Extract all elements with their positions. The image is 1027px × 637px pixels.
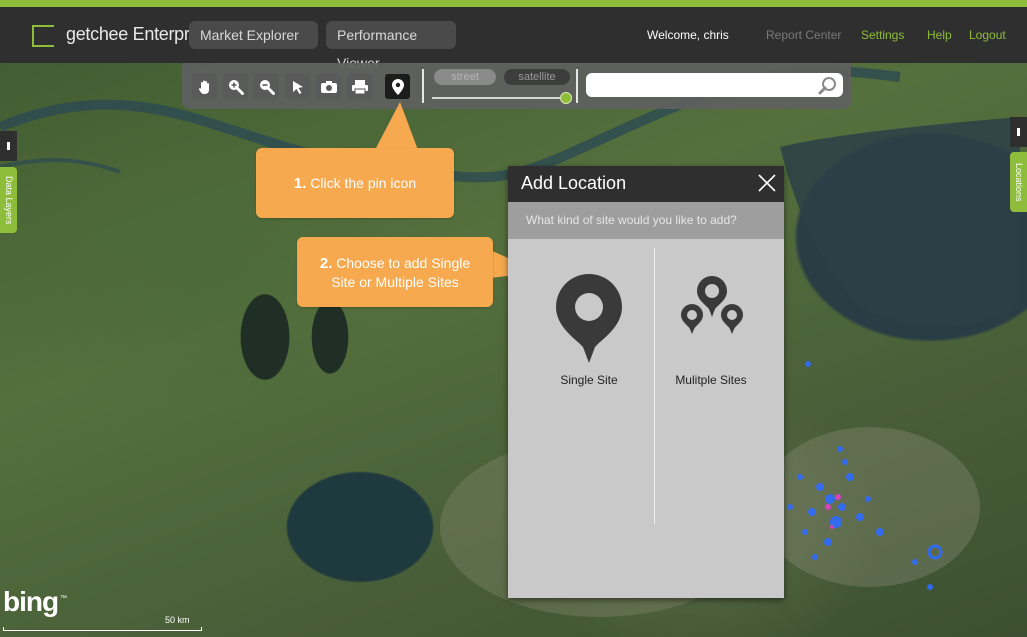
map-scale-label: 50 km: [165, 615, 190, 625]
callout-step-2-line1: Choose to add Single: [336, 254, 471, 271]
logout-link[interactable]: Logout: [969, 28, 1006, 42]
callout-step-2-number: 2.: [319, 254, 333, 272]
locations-tab[interactable]: Locations: [1010, 152, 1027, 212]
search-icon[interactable]: [818, 76, 838, 96]
single-site-label: Single Site: [560, 373, 618, 387]
top-accent-strip: [0, 0, 1027, 7]
zoom-out-icon[interactable]: [254, 74, 279, 99]
data-layers-tab[interactable]: Data Layers: [0, 167, 17, 233]
toolbar-divider: [422, 69, 424, 103]
dialog-question: What kind of site would you like to add?: [526, 213, 737, 227]
tab-performance-viewer[interactable]: Performance Viewer: [326, 21, 456, 71]
printer-icon[interactable]: [347, 74, 372, 99]
pan-hand-icon[interactable]: [192, 74, 217, 99]
close-icon[interactable]: [757, 173, 777, 193]
map-scale-bar: [3, 627, 202, 631]
callout-step-1-text: Click the pin icon: [310, 175, 417, 191]
dialog-subheader: What kind of site would you like to add?: [508, 202, 784, 239]
map-type-slider-knob[interactable]: [560, 92, 572, 104]
help-link[interactable]: Help: [927, 28, 952, 42]
select-arrow-icon[interactable]: [285, 74, 310, 99]
callout-step-1: 1. Click the pin icon: [256, 148, 454, 218]
welcome-text: Welcome, chris: [647, 28, 729, 42]
bing-logo: bing: [3, 586, 59, 617]
dialog-title: Add Location: [521, 173, 627, 193]
map-type-slider-track[interactable]: [432, 97, 566, 99]
multiple-sites-label: Mulitple Sites: [675, 373, 747, 387]
dialog-header: Add Location: [508, 166, 784, 202]
add-location-dialog: Add Location What kind of site would you…: [508, 166, 784, 598]
bing-trademark: ™: [60, 595, 67, 602]
logo-icon: [32, 25, 54, 47]
callout-step-2-line2: Site or Multiple Sites: [331, 273, 459, 290]
settings-link[interactable]: Settings: [861, 28, 904, 42]
right-panel-handle[interactable]: [1010, 117, 1027, 147]
single-site-option[interactable]: Single Site: [529, 266, 649, 396]
tab-market-explorer[interactable]: Market Explorer: [189, 21, 318, 49]
camera-icon[interactable]: [316, 74, 341, 99]
app-header: getchee Enterprise Market Explorer Perfo…: [0, 7, 1027, 71]
zoom-in-icon[interactable]: [223, 74, 248, 99]
callout-step-1-number: 1.: [293, 175, 307, 192]
pin-icon[interactable]: [385, 74, 410, 99]
map-toolbar: street satellite: [182, 63, 851, 109]
map-type-satellite-button[interactable]: satellite: [504, 69, 570, 85]
left-panel-handle[interactable]: [0, 131, 17, 161]
callout-step-2: 2. Choose to add Single Site or Multiple…: [297, 237, 493, 307]
search-input[interactable]: [586, 73, 843, 97]
map-type-street-button[interactable]: street: [434, 69, 496, 85]
single-pin-icon: [556, 274, 622, 363]
report-center-link[interactable]: Report Center: [766, 28, 841, 42]
callout1-arrow: [375, 102, 418, 150]
multiple-sites-option[interactable]: Mulitple Sites: [651, 266, 771, 396]
multiple-pins-icon: [681, 276, 743, 334]
toolbar-divider: [576, 69, 578, 103]
